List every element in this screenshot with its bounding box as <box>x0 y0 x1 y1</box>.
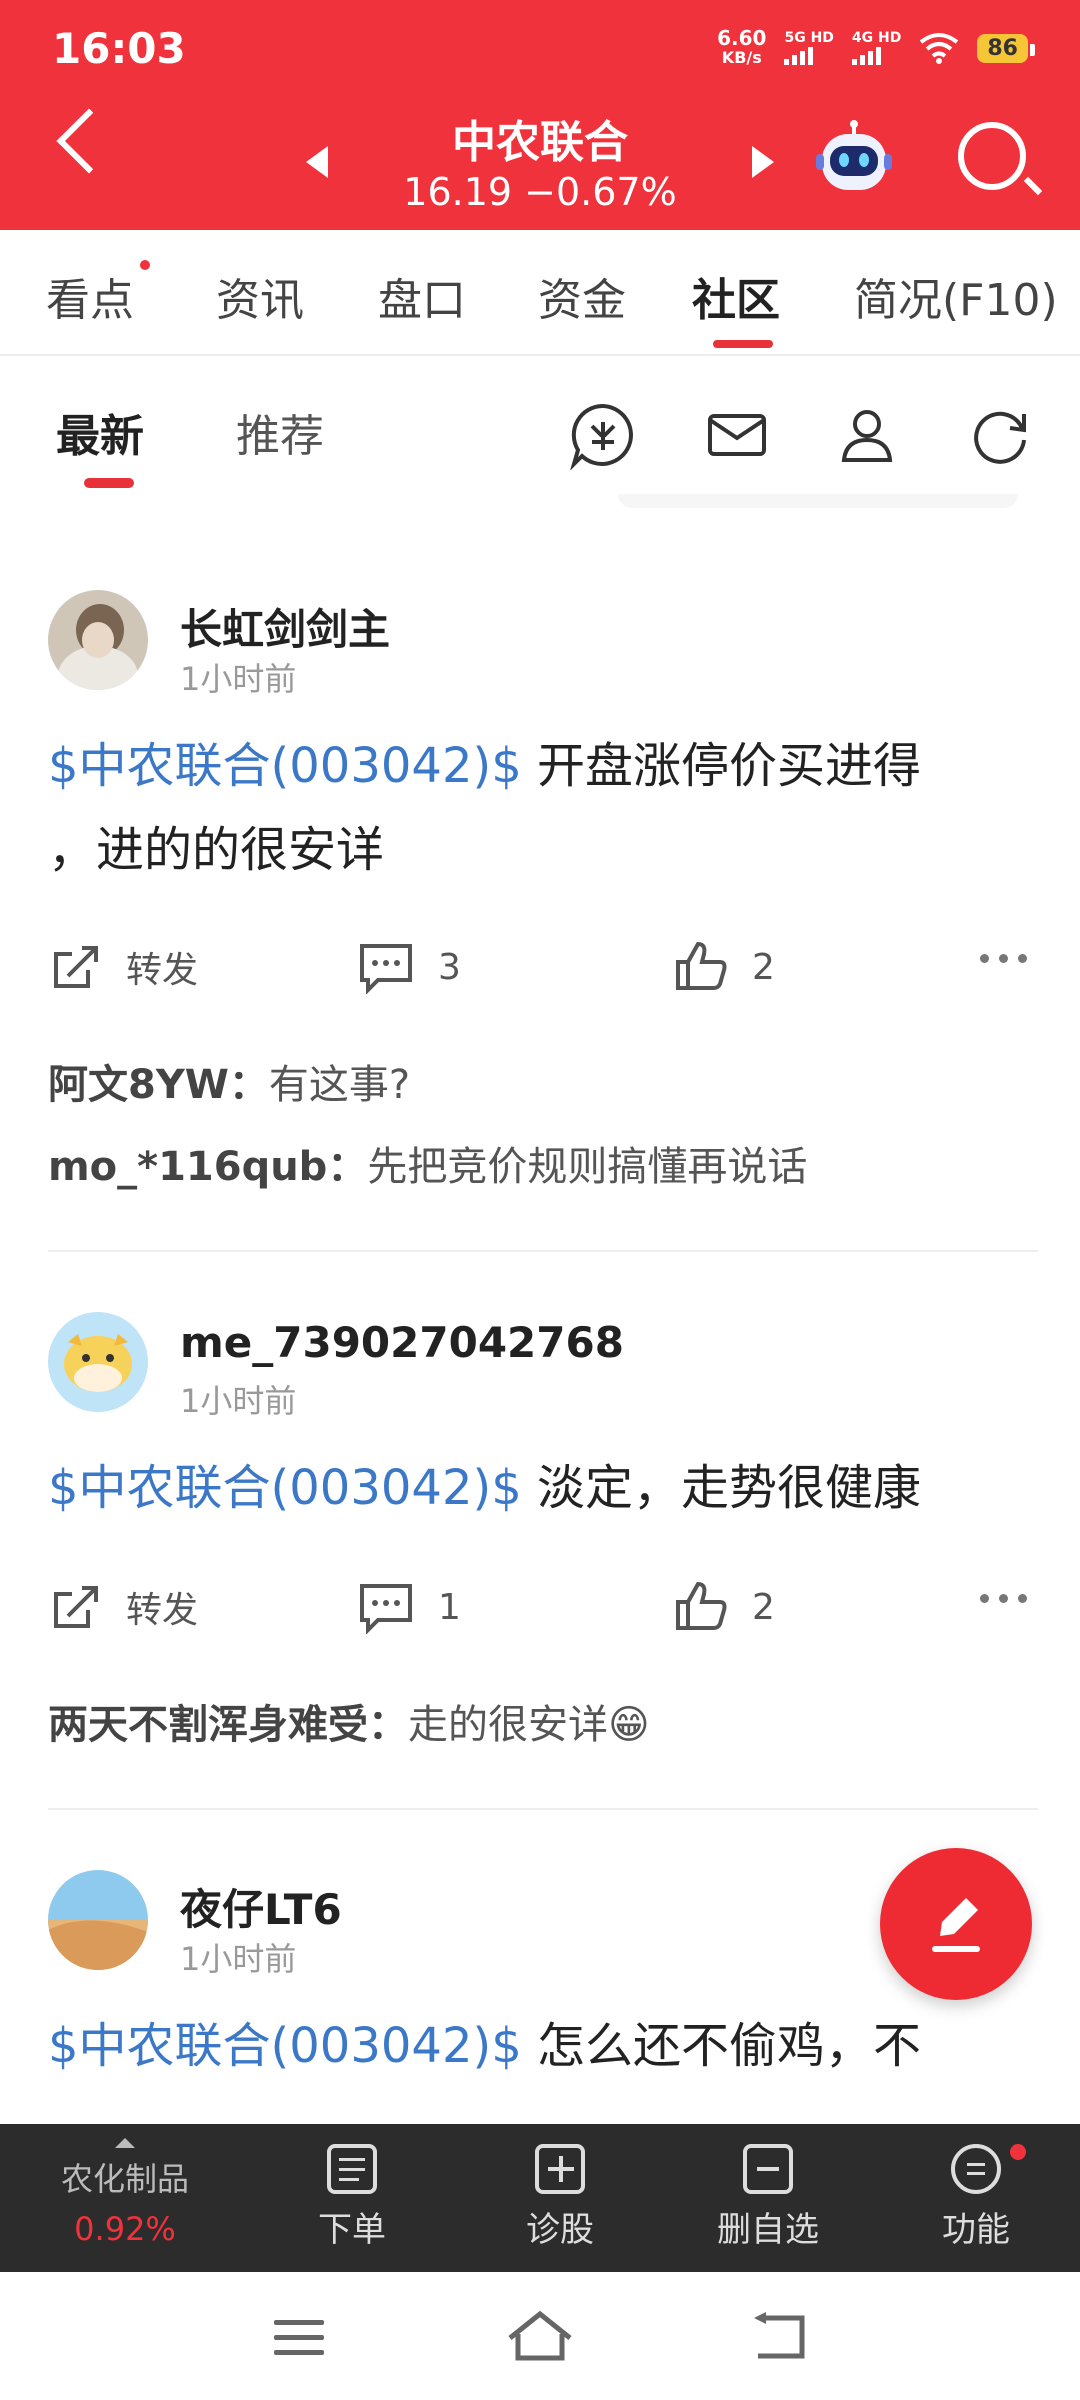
bottom-toolbar: 农化制品 0.92% 下单 诊股 删自选 功能 <box>0 2124 1080 2272</box>
post-time: 1小时前 <box>180 1940 297 1978</box>
comment-reply[interactable]: mo_*116qub：先把竞价规则搞懂再说话 <box>48 1134 807 1192</box>
home-icon[interactable] <box>506 2308 574 2364</box>
avatar[interactable] <box>48 1312 148 1412</box>
signal-5g-icon: 5G HD <box>784 31 834 65</box>
mail-icon[interactable] <box>702 400 772 470</box>
user-icon[interactable] <box>832 400 902 470</box>
sector-change: 0.92% <box>74 2210 176 2248</box>
thumbs-up-icon <box>676 941 727 990</box>
battery-indicator: 86 <box>977 33 1035 63</box>
next-stock-icon[interactable] <box>752 146 774 178</box>
subtab-indicator <box>84 478 134 488</box>
comment-icon <box>360 1584 412 1634</box>
repost-button[interactable]: 转发 <box>48 940 198 994</box>
expand-up-icon <box>115 2138 135 2148</box>
post-time: 1小时前 <box>180 660 297 698</box>
pencil-icon <box>932 1898 980 1952</box>
order-icon <box>327 2144 377 2194</box>
minus-box-icon <box>743 2144 793 2194</box>
stock-name: 中农联合 <box>452 117 628 168</box>
functions-button[interactable]: 功能 <box>896 2144 1056 2251</box>
status-time: 16:03 <box>52 24 186 73</box>
system-nav-bar <box>0 2272 1080 2400</box>
post-username[interactable]: 夜仔LT6 <box>180 1876 342 1937</box>
post-content[interactable]: $中农联合(003042)$ 开盘涨停价买进得 ，进的的很安详 <box>48 724 1038 892</box>
refresh-icon[interactable] <box>966 400 1036 470</box>
like-button[interactable]: 2 <box>674 940 775 994</box>
share-icon <box>54 946 98 988</box>
stock-tag-link[interactable]: $中农联合(003042)$ <box>48 1460 522 1516</box>
back-nav-icon[interactable] <box>752 2310 812 2362</box>
stock-price: 16.19 −0.67% <box>403 170 677 214</box>
tab-community[interactable]: 社区 <box>692 264 780 328</box>
tab-highlights[interactable]: 看点 <box>46 264 134 328</box>
repost-button[interactable]: 转发 <box>48 1580 198 1634</box>
comment-reply[interactable]: 阿文8YW：有这事? <box>48 1052 410 1110</box>
comment-reply[interactable]: 两天不割浑身难受：走的很安详😁 <box>48 1692 650 1750</box>
tab-news[interactable]: 资讯 <box>216 264 304 328</box>
notification-dot <box>140 260 150 270</box>
avatar[interactable] <box>48 1870 148 1970</box>
stock-tag-link[interactable]: $中农联合(003042)$ <box>48 2018 522 2074</box>
xueqiu-icon[interactable] <box>568 400 638 470</box>
active-tab-indicator <box>713 340 773 348</box>
sector-info[interactable]: 农化制品 0.92% <box>40 2138 210 2248</box>
subtab-recommended[interactable]: 推荐 <box>236 400 324 464</box>
diagnose-button[interactable]: 诊股 <box>480 2144 640 2251</box>
notification-dot <box>1010 2144 1026 2160</box>
signal-4g-icon: 4G HD <box>851 31 901 65</box>
diagnose-icon <box>535 2144 585 2194</box>
tab-funds[interactable]: 资金 <box>538 264 626 328</box>
post-username[interactable]: me_739027042768 <box>180 1318 624 1367</box>
status-icons: 6.60 KB/s 5G HD 4G HD 86 <box>717 26 1035 68</box>
robot-assistant-icon[interactable] <box>814 120 894 200</box>
compose-post-button[interactable] <box>880 1848 1032 2000</box>
like-button[interactable]: 2 <box>674 1580 775 1634</box>
menu-circle-icon <box>951 2144 1001 2194</box>
tab-f10[interactable]: 简况(F10) <box>854 264 1058 328</box>
remove-watchlist-button[interactable]: 删自选 <box>688 2144 848 2251</box>
comment-icon <box>360 944 412 994</box>
comment-button[interactable]: 3 <box>358 940 461 994</box>
tab-market[interactable]: 盘口 <box>378 264 466 328</box>
more-options-icon[interactable] <box>980 954 1027 963</box>
search-icon[interactable] <box>958 122 1026 190</box>
tab-bar: 看点 资讯 盘口 资金 社区 简况(F10) <box>0 230 1080 356</box>
banner-edge <box>618 494 1018 508</box>
thumbs-up-icon <box>676 1581 727 1630</box>
subtab-latest[interactable]: 最新 <box>56 400 144 464</box>
sector-name: 农化制品 <box>60 2160 189 2198</box>
post-username[interactable]: 长虹剑剑主 <box>180 596 390 657</box>
post-content[interactable]: $中农联合(003042)$ 怎么还不偷鸡，不 <box>48 2004 1038 2088</box>
share-icon <box>54 1586 98 1628</box>
menu-icon[interactable] <box>272 2316 328 2360</box>
network-speed: 6.60 KB/s <box>717 26 767 67</box>
avatar[interactable] <box>48 590 148 690</box>
post-actions: 转发 1 2 <box>0 1580 1080 1640</box>
top-header: 16:03 6.60 KB/s 5G HD 4G HD 86 中农联合 16.1… <box>0 0 1080 230</box>
wifi-icon <box>920 33 959 64</box>
comment-button[interactable]: 1 <box>358 1580 461 1634</box>
stock-tag-link[interactable]: $中农联合(003042)$ <box>48 738 522 794</box>
more-options-icon[interactable] <box>980 1594 1027 1603</box>
divider <box>48 1250 1038 1252</box>
post-time: 1小时前 <box>180 1382 297 1420</box>
order-button[interactable]: 下单 <box>272 2144 432 2251</box>
divider <box>48 1808 1038 1810</box>
post-content[interactable]: $中农联合(003042)$ 淡定，走势很健康 <box>48 1446 1038 1530</box>
post-actions: 转发 3 2 <box>0 940 1080 1000</box>
